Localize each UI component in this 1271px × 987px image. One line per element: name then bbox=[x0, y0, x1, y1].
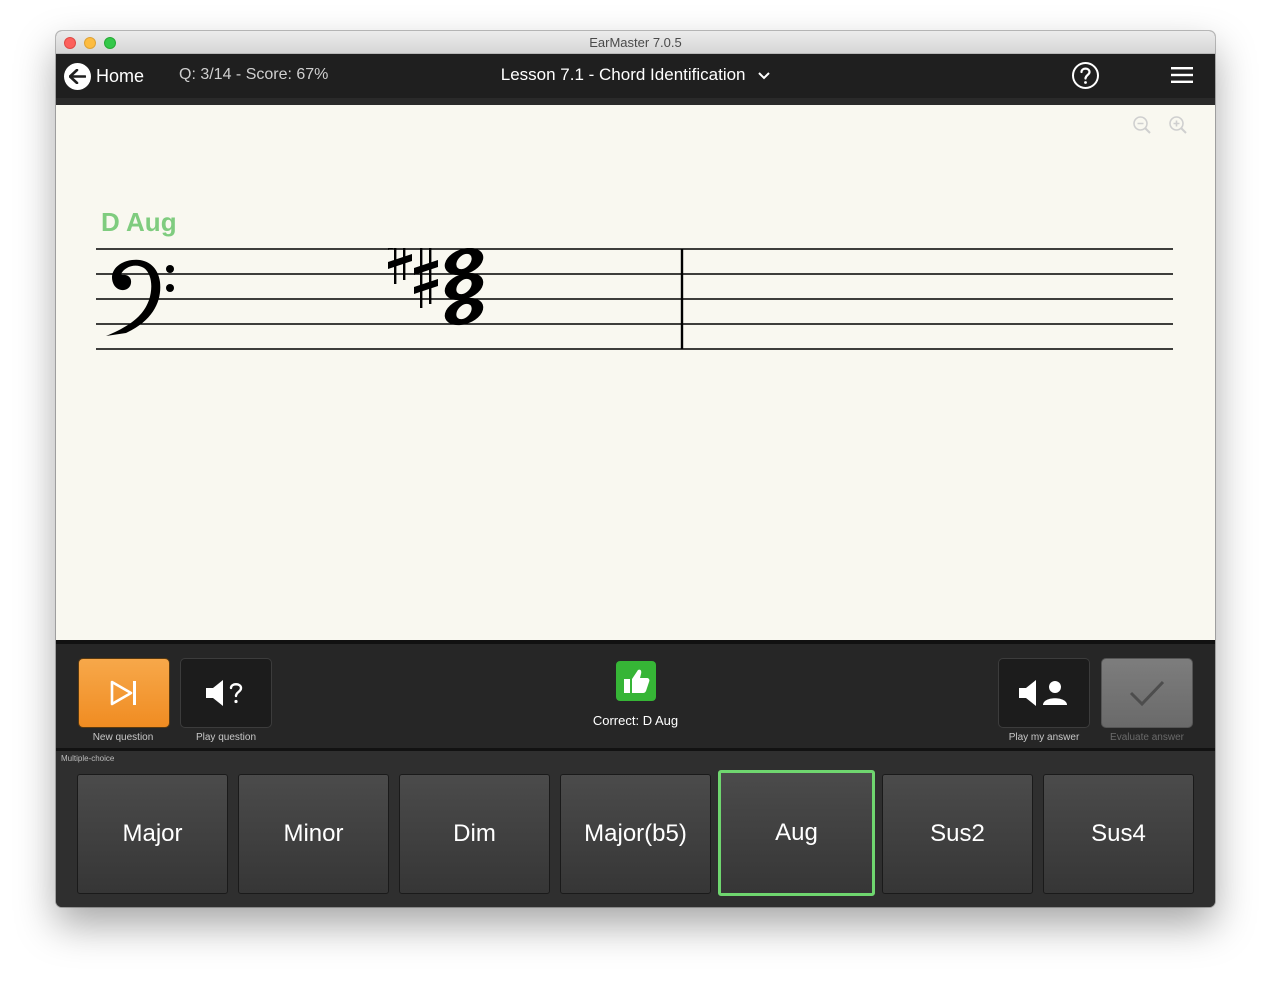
notation-area: D Aug bbox=[56, 105, 1215, 640]
evaluate-answer-button[interactable] bbox=[1101, 658, 1193, 728]
answer-minor-button[interactable]: Minor bbox=[238, 774, 389, 894]
thumbs-up-icon bbox=[616, 661, 656, 701]
lesson-title[interactable]: Lesson 7.1 - Chord Identification bbox=[56, 65, 1215, 85]
answer-aug-button[interactable]: Aug bbox=[718, 770, 875, 896]
control-panel: New question Play question Correct: D Au… bbox=[56, 640, 1215, 748]
zoom-in-icon[interactable] bbox=[1168, 115, 1188, 135]
sharp-icon-upper bbox=[388, 248, 412, 284]
help-icon[interactable] bbox=[1071, 61, 1100, 90]
bass-staff bbox=[96, 248, 1173, 350]
answer-dim-button[interactable]: Dim bbox=[399, 774, 550, 894]
zoom-out-icon[interactable] bbox=[1132, 115, 1152, 135]
app-window: EarMaster 7.0.5 Home Q: 3/14 - Score: 67… bbox=[56, 31, 1215, 907]
play-question-label: Play question bbox=[195, 732, 257, 743]
checkmark-icon bbox=[1129, 680, 1165, 707]
app-header: Home Q: 3/14 - Score: 67% Lesson 7.1 - C… bbox=[56, 54, 1215, 128]
play-my-answer-button[interactable] bbox=[998, 658, 1090, 728]
speaker-user-icon bbox=[1019, 680, 1067, 706]
lesson-title-label: Lesson 7.1 - Chord Identification bbox=[500, 65, 746, 84]
close-window-button[interactable] bbox=[64, 37, 76, 49]
evaluate-answer-label: Evaluate answer bbox=[1110, 732, 1184, 743]
window-title: EarMaster 7.0.5 bbox=[589, 35, 682, 50]
answer-sus4-button[interactable]: Sus4 bbox=[1043, 774, 1194, 894]
minimize-window-button[interactable] bbox=[84, 37, 96, 49]
hamburger-menu-icon[interactable] bbox=[1171, 66, 1193, 84]
maximize-window-button[interactable] bbox=[104, 37, 116, 49]
new-question-label: New question bbox=[92, 732, 154, 743]
chevron-down-icon bbox=[758, 71, 770, 79]
title-bar: EarMaster 7.0.5 bbox=[56, 31, 1215, 54]
play-my-answer-label: Play my answer bbox=[1008, 732, 1080, 743]
answer-sus2-button[interactable]: Sus2 bbox=[882, 774, 1033, 894]
answer-panel: Multiple-choice Major Minor Dim Major(b5… bbox=[56, 748, 1215, 907]
answer-major-b5-button[interactable]: Major(b5) bbox=[560, 774, 711, 894]
speaker-question-icon bbox=[206, 680, 243, 706]
multiple-choice-label: Multiple-choice bbox=[61, 754, 115, 763]
chord-label: D Aug bbox=[101, 207, 177, 237]
answer-major-button[interactable]: Major bbox=[77, 774, 228, 894]
skip-next-icon bbox=[110, 680, 136, 706]
chord-notes bbox=[444, 248, 484, 326]
